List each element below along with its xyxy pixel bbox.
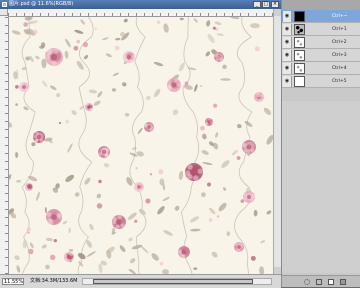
channel-thumbnail [294,11,305,22]
scroll-down-arrow[interactable] [274,267,281,274]
close-button[interactable]: × [271,1,279,8]
window-controls: _ □ × [253,1,279,8]
channel-thumbnail [294,24,305,35]
channel-thumbnail [294,63,305,74]
channel-row-2[interactable]: ◉ Ctrl+2 [282,36,360,49]
minimize-button[interactable]: _ [253,1,261,8]
channel-shortcut: Ctrl+2 [332,40,347,45]
new-page-icon[interactable] [328,279,334,285]
panel-bottom-bar [282,275,360,287]
channel-row-3[interactable]: ◉ Ctrl+3 [282,49,360,62]
eye-icon[interactable]: ◉ [283,37,292,48]
channel-shortcut: Ctrl+~ [332,14,348,19]
window-title: 图片.psd @ 11.6%(RGB/8) [9,1,74,7]
channel-thumbnail [294,76,305,87]
eye-icon[interactable]: ◉ [283,50,292,61]
vertical-ruler[interactable] [0,16,9,274]
title-bar[interactable]: 图片.psd @ 11.6%(RGB/8) _ □ × [0,0,281,9]
eye-icon[interactable]: ◉ [283,76,292,87]
ruler-origin[interactable] [0,9,8,16]
channel-shortcut: Ctrl+5 [332,79,347,84]
panel-tab-bar[interactable] [282,0,360,10]
horizontal-ruler[interactable] [8,9,273,17]
channel-row-composite[interactable]: ◉ Ctrl+~ [282,10,360,23]
channels-panel: ◉ Ctrl+~ ◉ Ctrl+1 ◉ Ctrl+2 ◉ Ctrl+3 ◉ Ct… [282,0,360,287]
mask-icon[interactable] [316,279,322,285]
floral-pattern-image [9,17,273,274]
channel-shortcut: Ctrl+1 [332,27,347,32]
channel-row-1[interactable]: ◉ Ctrl+1 [282,23,360,36]
trash-icon[interactable] [340,279,346,285]
zoom-field[interactable]: 11.55% [2,278,24,285]
channel-shortcut: Ctrl+3 [332,53,347,58]
document-window: 图片.psd @ 11.6%(RGB/8) _ □ × 11.55% 文档:34… [0,0,282,288]
maximize-button[interactable]: □ [262,1,270,8]
document-info[interactable]: 文档:34.3M/133.6M [30,275,77,288]
channel-shortcut: Ctrl+4 [332,66,347,71]
panel-empty-area [282,101,360,273]
vertical-scrollbar[interactable] [273,9,281,274]
channel-row-5[interactable]: ◉ Ctrl+5 [282,75,360,88]
channel-thumbnail [294,50,305,61]
eye-icon[interactable]: ◉ [283,11,292,22]
status-bar: 11.55% 文档:34.3M/133.6M [0,274,281,288]
channel-row-4[interactable]: ◉ Ctrl+4 [282,62,360,75]
image-canvas[interactable] [9,17,273,274]
eye-icon[interactable]: ◉ [283,24,292,35]
horizontal-scroll-thumb[interactable] [93,279,253,284]
horizontal-scrollbar[interactable] [82,278,272,285]
scroll-up-arrow[interactable] [274,9,281,16]
dotted-circle-icon[interactable] [304,279,310,285]
channel-thumbnail [294,37,305,48]
photoshop-icon [2,2,7,7]
eye-icon[interactable]: ◉ [283,63,292,74]
